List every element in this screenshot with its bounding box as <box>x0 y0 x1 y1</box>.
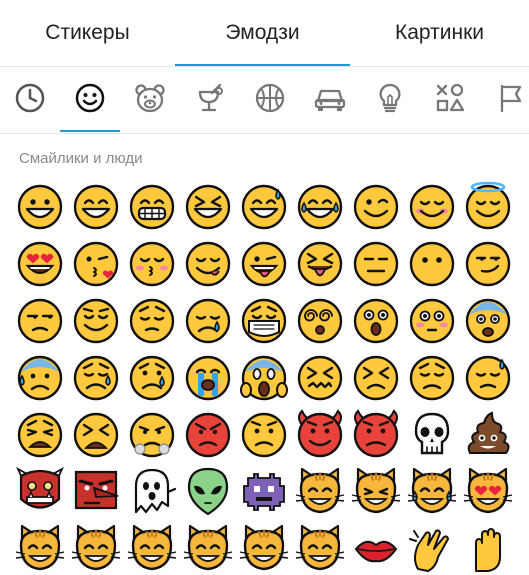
emoji-cat-joy-icon[interactable] <box>406 466 458 518</box>
emoji-persevere-icon[interactable] <box>350 352 402 404</box>
emoji-tongue-squint-icon[interactable] <box>294 238 346 290</box>
emoji-grimace-icon[interactable] <box>126 181 178 233</box>
emoji-neutral-icon[interactable] <box>350 238 402 290</box>
emoji-kiss-heart-icon[interactable] <box>70 238 122 290</box>
emoji-hand-icon[interactable] <box>462 523 514 575</box>
emoji-confounded-icon[interactable] <box>294 352 346 404</box>
emoji-tears-joy-icon[interactable] <box>294 181 346 233</box>
emoji-dizzy-icon[interactable] <box>294 295 346 347</box>
emoji-blush-icon[interactable] <box>406 181 458 233</box>
emoji-flushed-icon[interactable] <box>406 295 458 347</box>
emoji-heart-eyes-icon[interactable] <box>14 238 66 290</box>
emoji-pensive-icon[interactable] <box>126 295 178 347</box>
emoji-scream-icon[interactable] <box>238 352 290 404</box>
emoji-cat-heart-eyes-icon[interactable] <box>462 466 514 518</box>
emoji-triumph-icon[interactable] <box>126 409 178 461</box>
emoji-cat-smile-icon[interactable] <box>294 466 346 518</box>
emoji-cold-sweat-icon[interactable] <box>14 352 66 404</box>
emoji-disappointed-icon[interactable] <box>70 352 122 404</box>
emoji-sob-icon[interactable] <box>182 352 234 404</box>
emoji-lips-icon[interactable] <box>350 523 402 575</box>
emoji-cat-grin-icon[interactable] <box>350 466 402 518</box>
emoji-worried-icon[interactable] <box>406 352 458 404</box>
emoji-kiss-blush-icon[interactable] <box>126 238 178 290</box>
emoji-cat-icon[interactable] <box>238 523 290 575</box>
emoji-alien-icon[interactable] <box>182 466 234 518</box>
emoji-cat-icon[interactable] <box>182 523 234 575</box>
emoji-cat-icon[interactable] <box>294 523 346 575</box>
emoji-no-mouth-icon[interactable] <box>406 238 458 290</box>
emoji-tongue-wink-icon[interactable] <box>238 238 290 290</box>
emoji-laugh-squint-icon[interactable] <box>182 181 234 233</box>
emoji-mask-icon[interactable] <box>238 295 290 347</box>
emoji-imp-icon[interactable] <box>294 409 346 461</box>
emoji-grin-icon[interactable] <box>70 181 122 233</box>
emoji-sweat-smile-icon[interactable] <box>238 181 290 233</box>
emoji-halo-icon[interactable] <box>462 181 514 233</box>
emoji-tired-icon[interactable] <box>70 409 122 461</box>
emoji-weary-icon[interactable] <box>14 409 66 461</box>
emoji-grid <box>0 0 529 572</box>
emoji-cat-icon[interactable] <box>14 523 66 575</box>
emoji-cat-icon[interactable] <box>126 523 178 575</box>
emoji-ogre-icon[interactable] <box>14 466 66 518</box>
emoji-space-invader-icon[interactable] <box>238 466 290 518</box>
emoji-cat-icon[interactable] <box>70 523 122 575</box>
emoji-yum-icon[interactable] <box>182 238 234 290</box>
emoji-sleepy-icon[interactable] <box>182 295 234 347</box>
emoji-fearful-icon[interactable] <box>462 295 514 347</box>
emoji-poop-icon[interactable] <box>462 409 514 461</box>
emoji-grinning-icon[interactable] <box>14 181 66 233</box>
emoji-clap-icon[interactable] <box>406 523 458 575</box>
emoji-astonished-icon[interactable] <box>350 295 402 347</box>
emoji-goblin-icon[interactable] <box>70 466 122 518</box>
emoji-smirk-icon[interactable] <box>462 238 514 290</box>
emoji-downcast-sweat-icon[interactable] <box>462 352 514 404</box>
emoji-angry-icon[interactable] <box>238 409 290 461</box>
emoji-skull-icon[interactable] <box>406 409 458 461</box>
emoji-rage-icon[interactable] <box>182 409 234 461</box>
emoji-ghost-icon[interactable] <box>126 466 178 518</box>
emoji-imp-red-icon[interactable] <box>350 409 402 461</box>
emoji-unamused-icon[interactable] <box>14 295 66 347</box>
emoji-wink-icon[interactable] <box>350 181 402 233</box>
emoji-cry-icon[interactable] <box>126 352 178 404</box>
emoji-relieved-icon[interactable] <box>70 295 122 347</box>
